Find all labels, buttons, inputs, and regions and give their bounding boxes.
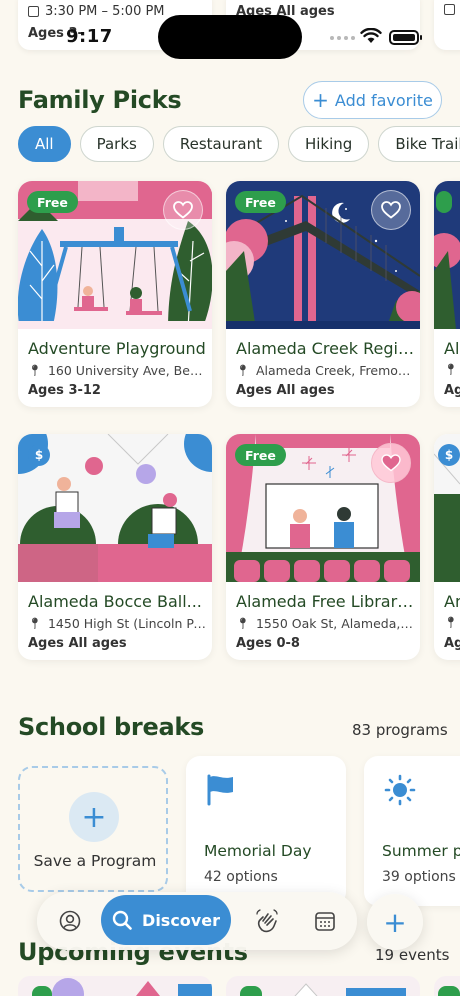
sun-icon (384, 774, 416, 806)
heart-icon (381, 201, 401, 219)
free-badge: Free (235, 444, 286, 466)
dynamic-island (158, 15, 302, 59)
filter-chip-parks[interactable]: Parks (79, 126, 154, 162)
save-program-label: Save a Program (33, 852, 157, 870)
favorite-heart-button[interactable] (163, 190, 203, 230)
favorite-heart-button[interactable] (371, 190, 411, 230)
pin-icon: 📍︎ (236, 364, 250, 377)
flag-icon (207, 774, 233, 806)
tab-discover[interactable]: Discover (101, 895, 231, 945)
place-card-alameda-creek[interactable]: Free Alameda Creek Regio... 📍︎ Alameda Cr… (226, 181, 420, 407)
place-ages: Ag (444, 636, 460, 651)
free-badge: Free (27, 191, 78, 213)
upcoming-event-preview[interactable] (226, 976, 420, 996)
battery-icon (389, 30, 422, 45)
free-badge (436, 191, 453, 213)
place-card-partial-1[interactable]: Ala 📍︎ Age (434, 181, 460, 407)
place-ages: Ages All ages (236, 383, 335, 398)
filter-chip-bike-trail[interactable]: Bike Trail (378, 126, 460, 162)
place-address: 📍︎ 1550 Oak St, Alameda, C... (236, 616, 414, 631)
pin-icon: 📍︎ (444, 363, 458, 376)
heart-icon (173, 201, 193, 219)
break-options: 39 options (382, 869, 456, 885)
price-badge: $ (28, 444, 50, 466)
place-address: 📍︎ (444, 363, 460, 376)
filter-chip-hiking[interactable]: Hiking (287, 126, 370, 162)
pin-icon: 📍︎ (444, 616, 458, 629)
upcoming-event-preview[interactable] (18, 976, 212, 996)
school-breaks-count: 83 programs (352, 721, 448, 739)
place-card-partial-2[interactable]: $ An 📍︎ Ag (434, 434, 460, 660)
place-address: 📍︎ 1450 High St (Lincoln Pa... (28, 616, 206, 631)
place-name: Alameda Free Library... (236, 592, 414, 611)
upcoming-event-preview[interactable] (434, 976, 460, 996)
place-name: An (444, 592, 460, 611)
break-options: 42 options (204, 869, 278, 885)
tab-profile[interactable] (50, 901, 90, 941)
discover-screen: 3:30 PM – 5:00 PM Ages All ages Ages 3- … (0, 0, 460, 996)
place-name: Alameda Bocce Ball... (28, 592, 202, 611)
place-ages: Ages All ages (28, 636, 127, 651)
plus-icon: + (312, 88, 329, 112)
favorite-heart-button[interactable] (371, 443, 411, 483)
place-address: 📍︎ Alameda Creek, Fremont... (236, 363, 414, 378)
wifi-icon (360, 28, 382, 43)
calendar-icon (315, 912, 335, 931)
place-ages: Ages 3-12 (28, 383, 101, 398)
free-badge: Free (235, 191, 286, 213)
price-badge: $ (438, 444, 460, 466)
add-button[interactable]: + (367, 894, 423, 950)
place-name: Alameda Creek Regio... (236, 339, 414, 358)
tab-calendar[interactable] (305, 901, 345, 941)
break-title: Summer pr (382, 842, 460, 860)
place-ages: Age (444, 383, 460, 398)
plus-icon: + (383, 905, 407, 939)
filter-chip-all[interactable]: All (18, 126, 71, 162)
save-program-card[interactable]: + Save a Program (18, 766, 168, 892)
pin-icon: 📍︎ (236, 617, 250, 630)
filter-chip-restaurant[interactable]: Restaurant (162, 126, 279, 162)
filter-chips: All Parks Restaurant Hiking Bike Trail (18, 126, 460, 162)
place-ages: Ages 0-8 (236, 636, 300, 651)
place-address: 📍︎ (444, 616, 460, 629)
place-name: Adventure Playground (28, 339, 206, 358)
add-favorite-label: Add favorite (334, 90, 433, 110)
wave-hand-icon (256, 909, 278, 933)
profile-icon (59, 910, 81, 932)
break-card-summer[interactable]: Summer pr 39 options (364, 756, 460, 906)
school-breaks-title: School breaks (18, 713, 204, 741)
place-name: Ala (444, 339, 460, 358)
heart-filled-icon (381, 454, 401, 472)
place-card-alameda-free-library[interactable]: Free Alameda Free Library... 📍︎ 1550 Oak … (226, 434, 420, 660)
status-time: 9:17 (66, 26, 113, 47)
tab-bar: Discover (37, 892, 357, 950)
place-card-alameda-bocce-ball[interactable]: $ Alameda Bocce Ball... 📍︎ 1450 High St (… (18, 434, 212, 660)
pin-icon: 📍︎ (28, 364, 42, 377)
tab-wave[interactable] (247, 901, 287, 941)
break-card-memorial-day[interactable]: Memorial Day 42 options (186, 756, 346, 906)
tab-discover-label: Discover (142, 910, 220, 930)
add-favorite-button[interactable]: + Add favorite (303, 81, 442, 119)
signal-icon (330, 36, 355, 40)
place-address: 📍︎ 160 University Ave, Berk... (28, 363, 206, 378)
plus-icon: + (69, 792, 119, 842)
family-picks-title: Family Picks (18, 86, 182, 114)
place-card-adventure-playground[interactable]: Free Adventure Playground 📍︎ 160 Universi… (18, 181, 212, 407)
status-bar: 9:17 (0, 0, 460, 72)
search-icon (112, 910, 132, 930)
pin-icon: 📍︎ (28, 617, 42, 630)
break-title: Memorial Day (204, 842, 312, 860)
